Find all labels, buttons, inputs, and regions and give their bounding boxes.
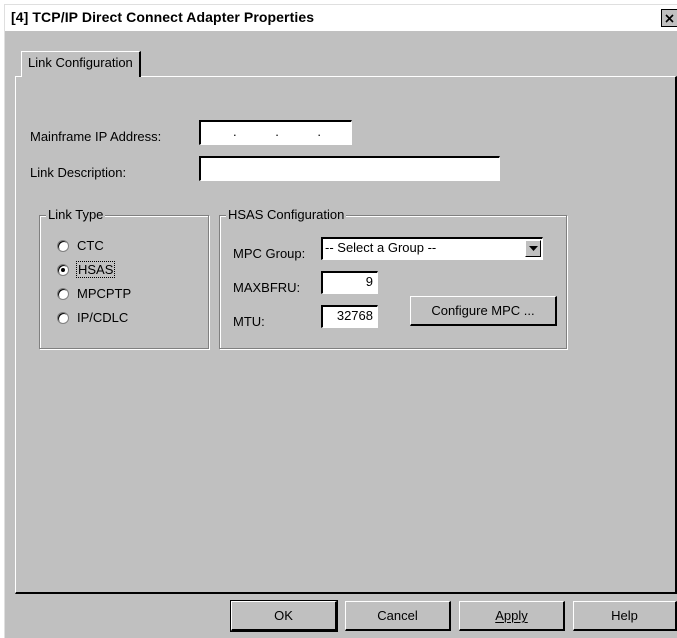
apply-label: Apply	[495, 608, 528, 623]
mpc-group-label: MPC Group:	[233, 246, 306, 261]
radio-button	[57, 287, 69, 300]
tab-link-configuration[interactable]: Link Configuration	[21, 51, 141, 77]
radio-ctc[interactable]: CTC	[57, 238, 104, 253]
radio-label: IP/CDLC	[77, 310, 129, 325]
radio-hsas[interactable]: HSAS	[57, 261, 116, 278]
radio-ip-cdlc[interactable]: IP/CDLC	[57, 310, 128, 325]
radio-label: CTC	[77, 238, 104, 253]
mainframe-ip-field[interactable]: . . .	[199, 120, 352, 145]
link-type-group: Link Type	[39, 207, 209, 349]
apply-button[interactable]: Apply	[459, 601, 565, 631]
maxbfru-label: MAXBFRU:	[233, 280, 301, 295]
ok-button[interactable]: OK	[230, 600, 338, 632]
configure-mpc-button[interactable]: Configure MPC ...	[410, 296, 557, 326]
hsas-configuration-legend: HSAS Configuration	[226, 207, 347, 222]
ip-dot: .	[233, 124, 237, 139]
mpc-group-select[interactable]: -- Select a Group --	[321, 237, 543, 260]
close-icon	[665, 13, 674, 23]
maxbfru-field[interactable]: 9	[321, 271, 378, 294]
properties-dialog: [4] TCP/IP Direct Connect Adapter Proper…	[4, 4, 677, 638]
close-button[interactable]	[661, 9, 677, 27]
mpc-group-value: -- Select a Group --	[325, 240, 437, 255]
radio-button	[57, 311, 69, 324]
link-type-legend: Link Type	[46, 207, 106, 222]
radio-button	[57, 239, 69, 252]
ip-dot: .	[317, 124, 321, 139]
radio-label: HSAS	[75, 261, 116, 278]
link-description-field[interactable]	[199, 156, 500, 181]
help-button[interactable]: Help	[573, 601, 677, 631]
title-bar: [4] TCP/IP Direct Connect Adapter Proper…	[5, 5, 677, 31]
mtu-label: MTU:	[233, 314, 265, 329]
link-description-label: Link Description:	[30, 165, 127, 180]
radio-mpcptp[interactable]: MPCPTP	[57, 286, 131, 301]
chevron-down-icon	[528, 246, 538, 251]
window-title: [4] TCP/IP Direct Connect Adapter Proper…	[11, 9, 315, 25]
radio-button	[57, 263, 69, 276]
dropdown-button[interactable]	[525, 240, 541, 257]
radio-selected-dot	[61, 267, 65, 272]
ip-separators: . . .	[233, 124, 321, 139]
tab-label: Link Configuration	[28, 55, 133, 70]
cancel-button[interactable]: Cancel	[345, 601, 451, 631]
ip-dot: .	[275, 124, 279, 139]
mainframe-ip-label: Mainframe IP Address:	[30, 129, 162, 144]
mtu-field[interactable]: 32768	[321, 305, 378, 328]
radio-label: MPCPTP	[77, 286, 132, 301]
